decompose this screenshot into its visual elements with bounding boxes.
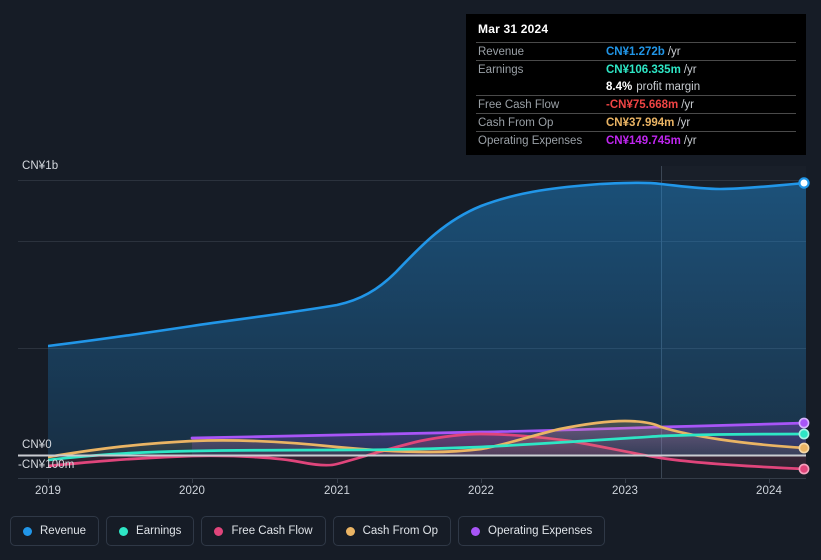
tooltip-row-cash-from-op: Cash From Op CN¥37.994m /yr xyxy=(476,113,796,131)
legend-dot-icon-operating-expenses xyxy=(471,526,481,536)
tooltip-key-cash-from-op: Cash From Op xyxy=(478,116,554,129)
tooltip-value-free-cash-flow: -CN¥75.668m xyxy=(606,98,679,111)
tooltip-sub-profit-margin: profit margin xyxy=(636,80,701,93)
x-axis-label-2024: 2024 xyxy=(756,485,782,497)
chart-legend: Revenue Earnings Free Cash Flow Cash Fro… xyxy=(10,516,606,546)
legend-item-cash-from-op[interactable]: Cash From Op xyxy=(332,516,452,546)
tooltip-row-revenue: Revenue CN¥1.272b /yr xyxy=(476,42,796,60)
x-axis-label-2021: 2021 xyxy=(324,485,350,497)
tooltip-key-revenue: Revenue xyxy=(478,45,525,58)
legend-item-revenue[interactable]: Revenue xyxy=(10,516,100,546)
endpoint-earnings xyxy=(798,428,810,440)
tooltip-value-profit-margin: 8.4% xyxy=(606,80,633,93)
y-axis-label-top: CN¥1b xyxy=(22,160,59,172)
x-axis-label-2019: 2019 xyxy=(35,485,61,497)
legend-dot-icon-revenue xyxy=(23,526,32,536)
tooltip-value-operating-expenses: CN¥149.745m xyxy=(606,134,681,147)
tooltip-key-earnings: Earnings xyxy=(478,63,524,76)
tooltip-value-earnings: CN¥106.335m xyxy=(606,63,681,76)
y-axis-label-bottom: -CN¥100m xyxy=(18,459,75,471)
tooltip-row-free-cash-flow: Free Cash Flow -CN¥75.668m /yr xyxy=(476,95,796,113)
legend-dot-icon-free-cash-flow xyxy=(214,526,224,536)
endpoint-free-cash-flow xyxy=(798,463,810,475)
legend-label-revenue: Revenue xyxy=(40,525,87,537)
tooltip-unit-cash-from-op: /yr xyxy=(677,116,691,129)
chart-tooltip: Mar 31 2024 Revenue CN¥1.272b /yr Earnin… xyxy=(466,14,806,155)
tooltip-value-revenue: CN¥1.272b xyxy=(606,45,665,58)
legend-label-cash-from-op: Cash From Op xyxy=(362,525,439,537)
tooltip-date: Mar 31 2024 xyxy=(478,22,549,36)
tooltip-unit-free-cash-flow: /yr xyxy=(681,98,695,111)
chart-canvas: CN¥1b CN¥0 -CN¥100m 2019 2020 2021 2022 … xyxy=(0,0,821,560)
y-axis-label-zero: CN¥0 xyxy=(22,439,52,451)
tooltip-value-cash-from-op: CN¥37.994m xyxy=(606,116,675,129)
tooltip-row-operating-expenses: Operating Expenses CN¥149.745m /yr xyxy=(476,131,796,149)
endpoint-cash-from-op xyxy=(798,442,810,454)
x-axis-label-2022: 2022 xyxy=(468,485,494,497)
legend-item-earnings[interactable]: Earnings xyxy=(106,516,195,546)
series-area-revenue xyxy=(48,182,806,455)
legend-label-free-cash-flow: Free Cash Flow xyxy=(231,525,313,537)
endpoint-operating-expenses xyxy=(798,417,810,429)
x-axis-label-2023: 2023 xyxy=(612,485,638,497)
legend-dot-icon-cash-from-op xyxy=(345,526,355,536)
tooltip-unit-revenue: /yr xyxy=(667,45,681,58)
tooltip-unit-operating-expenses: /yr xyxy=(683,134,697,147)
tooltip-key-operating-expenses: Operating Expenses xyxy=(478,134,583,147)
legend-label-operating-expenses: Operating Expenses xyxy=(488,525,593,537)
x-axis-label-2020: 2020 xyxy=(179,485,205,497)
tooltip-key-free-cash-flow: Free Cash Flow xyxy=(478,98,560,111)
legend-label-earnings: Earnings xyxy=(136,525,182,537)
legend-dot-icon-earnings xyxy=(119,526,129,536)
tooltip-row-profit-margin: 8.4% profit margin xyxy=(476,78,796,95)
tooltip-unit-earnings: /yr xyxy=(683,63,697,76)
legend-item-free-cash-flow[interactable]: Free Cash Flow xyxy=(201,516,326,546)
endpoint-revenue xyxy=(798,177,810,189)
legend-item-operating-expenses[interactable]: Operating Expenses xyxy=(458,516,606,546)
tooltip-row-earnings: Earnings CN¥106.335m /yr xyxy=(476,60,796,78)
